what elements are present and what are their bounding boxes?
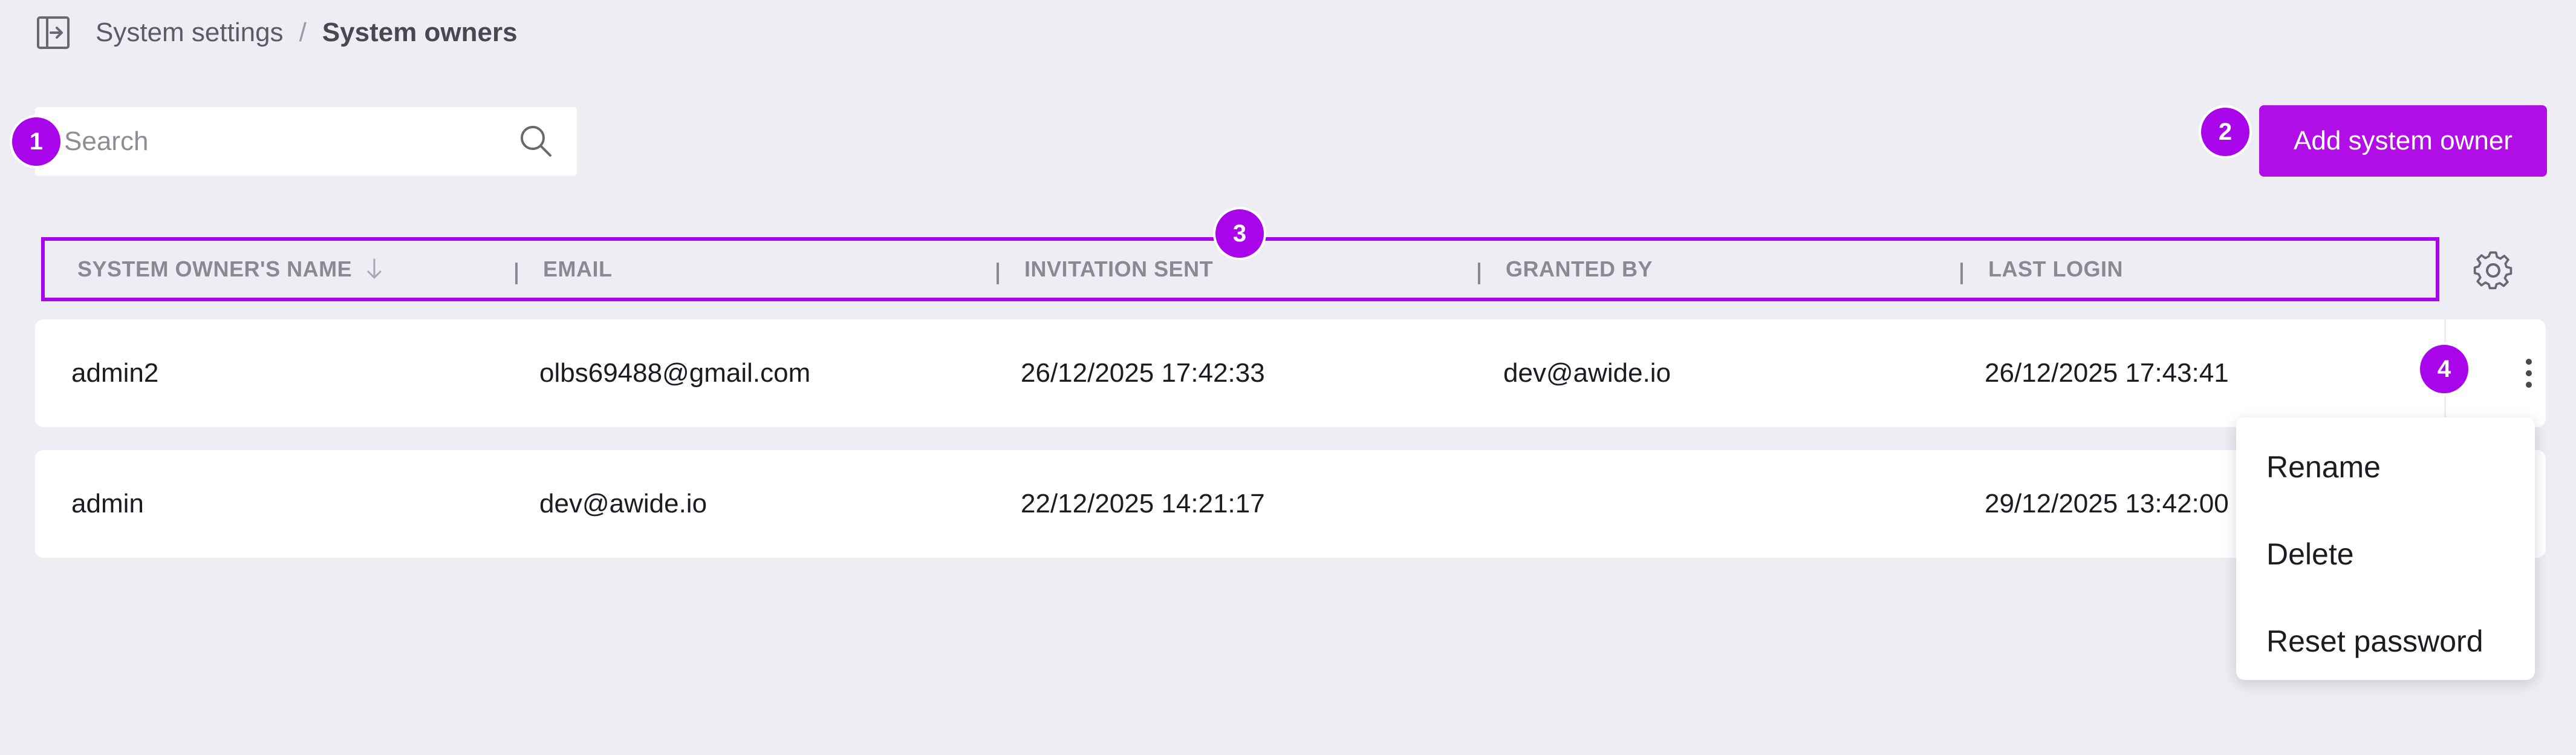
table-row[interactable]: admin dev@awide.io 22/12/2025 14:21:17 2… [35,450,2546,558]
menu-item-reset-password[interactable]: Reset password [2266,611,2520,672]
annotation-marker-2: 2 [2199,105,2252,159]
column-header-name[interactable]: SYSTEM OWNER'S NAME [77,241,383,298]
row-actions-menu: Rename Delete Reset password [2236,417,2535,680]
annotation-marker-1: 1 [10,115,63,168]
cell-granted-by: dev@awide.io [1503,358,1671,388]
annotation-marker-3: 3 [1213,207,1266,260]
cell-name: admin2 [71,358,159,388]
system-owners-page: System settings / System owners 1 Add sy… [0,0,2576,755]
breadcrumb-system-settings[interactable]: System settings [96,18,284,48]
column-divider[interactable] [1960,263,1963,284]
breadcrumb-separator: / [299,18,307,47]
column-header-invitation-sent[interactable]: INVITATION SENT [1024,241,1213,298]
column-header-name-label: SYSTEM OWNER'S NAME [77,257,353,281]
column-header-granted-by[interactable]: GRANTED BY [1506,241,1653,298]
column-divider[interactable] [1478,263,1480,284]
breadcrumb-current-page: System owners [322,18,518,47]
add-system-owner-button[interactable]: Add system owner [2259,105,2547,177]
cell-email: olbs69488@gmail.com [539,358,811,388]
search-icon[interactable] [518,123,554,159]
table-row[interactable]: admin2 olbs69488@gmail.com 26/12/2025 17… [35,319,2546,427]
cell-invitation-sent: 26/12/2025 17:42:33 [1021,358,1265,388]
gear-icon[interactable] [2472,248,2514,290]
column-divider[interactable] [515,263,518,284]
annotation-marker-4: 4 [2418,342,2471,396]
kebab-menu-icon[interactable] [2514,352,2543,394]
breadcrumb: System settings / System owners [36,13,518,52]
cell-email: dev@awide.io [539,489,707,518]
arrow-down-icon [367,258,382,279]
cell-last-login: 29/12/2025 13:42:00 [1985,489,2229,518]
menu-item-rename[interactable]: Rename [2266,437,2520,497]
cell-last-login: 26/12/2025 17:43:41 [1985,358,2229,388]
search-box [35,107,577,176]
cell-name: admin [71,489,144,518]
column-header-email[interactable]: EMAIL [543,241,613,298]
search-input[interactable] [63,126,476,157]
column-divider[interactable] [997,263,999,284]
menu-item-delete[interactable]: Delete [2266,524,2520,584]
sidebar-toggle-icon[interactable] [36,16,70,50]
column-header-last-login[interactable]: LAST LOGIN [1988,241,2123,298]
cell-invitation-sent: 22/12/2025 14:21:17 [1021,489,1265,518]
